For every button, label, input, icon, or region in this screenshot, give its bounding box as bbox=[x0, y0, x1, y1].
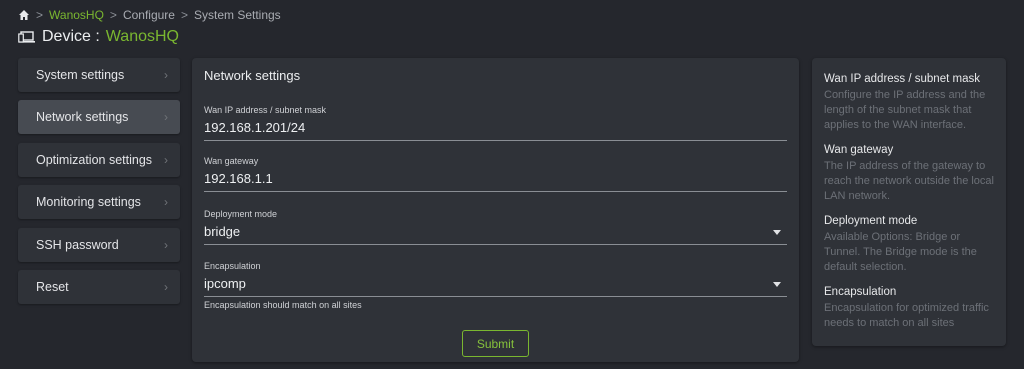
encapsulation-field: Encapsulation ipcomp bbox=[204, 261, 787, 297]
panel-title: Network settings bbox=[204, 68, 301, 83]
help-title: Encapsulation bbox=[824, 286, 897, 298]
encapsulation-select[interactable]: ipcomp bbox=[204, 276, 787, 297]
device-name: WanosHQ bbox=[105, 28, 179, 45]
help-block-encapsulation: Encapsulation Encapsulation for optimize… bbox=[824, 285, 994, 331]
breadcrumb-separator: > bbox=[180, 8, 188, 22]
wan-ip-field: Wan IP address / subnet mask 192.168.1.2… bbox=[204, 105, 787, 141]
sidebar-item-monitoring-settings[interactable]: Monitoring settings › bbox=[18, 185, 180, 220]
breadcrumb: > WanosHQ > Configure > System Settings bbox=[18, 8, 281, 22]
caret-down-icon bbox=[773, 230, 781, 235]
sidebar-item-optimization-settings[interactable]: Optimization settings › bbox=[18, 142, 180, 177]
sidebar-item-label: Optimization settings bbox=[36, 152, 153, 167]
field-label: Deployment mode bbox=[204, 209, 278, 219]
caret-down-icon bbox=[773, 282, 781, 287]
wan-gateway-input[interactable]: 192.168.1.1 bbox=[204, 171, 787, 192]
breadcrumb-item-device[interactable]: WanosHQ bbox=[49, 8, 104, 22]
help-title: Wan gateway bbox=[824, 144, 894, 156]
breadcrumb-separator: > bbox=[109, 8, 117, 22]
help-text: Available Options: Bridge or Tunnel. The… bbox=[824, 231, 977, 273]
sidebar-item-ssh-password[interactable]: SSH password › bbox=[18, 227, 180, 262]
chevron-right-icon: › bbox=[164, 152, 168, 167]
help-block-deployment-mode: Deployment mode Available Options: Bridg… bbox=[824, 214, 994, 275]
field-label: Wan gateway bbox=[204, 156, 259, 166]
device-label: Device : bbox=[42, 28, 100, 45]
help-block-wan-gateway: Wan gateway The IP address of the gatewa… bbox=[824, 143, 994, 204]
help-panel: Wan IP address / subnet mask Configure t… bbox=[812, 58, 1006, 346]
breadcrumb-separator: > bbox=[36, 8, 44, 22]
devices-icon bbox=[18, 29, 36, 45]
sidebar-item-network-settings[interactable]: Network settings › bbox=[18, 100, 180, 135]
help-text: Encapsulation for optimized traffic need… bbox=[824, 302, 989, 329]
help-block-wan-ip: Wan IP address / subnet mask Configure t… bbox=[824, 72, 994, 133]
breadcrumb-item-configure[interactable]: Configure bbox=[123, 8, 175, 22]
wan-ip-input[interactable]: 192.168.1.201/24 bbox=[204, 120, 787, 141]
home-icon[interactable] bbox=[18, 9, 30, 21]
chevron-right-icon: › bbox=[164, 237, 168, 252]
sidebar-item-label: SSH password bbox=[36, 237, 119, 252]
chevron-right-icon: › bbox=[164, 279, 168, 294]
chevron-right-icon: › bbox=[164, 68, 168, 82]
network-settings-panel: Network settings Wan IP address / subnet… bbox=[192, 58, 799, 362]
sidebar-item-label: Network settings bbox=[36, 110, 129, 125]
settings-sidebar: System settings › Network settings › Opt… bbox=[18, 58, 180, 312]
select-value: bridge bbox=[204, 224, 241, 239]
help-title: Deployment mode bbox=[824, 215, 918, 227]
sidebar-item-label: Reset bbox=[36, 279, 69, 294]
field-label: Encapsulation bbox=[204, 261, 261, 271]
submit-button[interactable]: Submit bbox=[462, 330, 529, 357]
sidebar-item-system-settings[interactable]: System settings › bbox=[18, 58, 180, 92]
chevron-right-icon: › bbox=[164, 195, 168, 210]
help-text: Configure the IP address and the length … bbox=[824, 89, 986, 131]
breadcrumb-item-current: System Settings bbox=[193, 8, 281, 22]
deployment-mode-select[interactable]: bridge bbox=[204, 224, 787, 245]
chevron-right-icon: › bbox=[164, 110, 168, 125]
sidebar-item-label: Monitoring settings bbox=[36, 195, 141, 210]
encapsulation-hint: Encapsulation should match on all sites bbox=[204, 300, 362, 310]
page-title: Device : WanosHQ bbox=[18, 28, 179, 46]
sidebar-item-reset[interactable]: Reset › bbox=[18, 269, 180, 304]
wan-gateway-field: Wan gateway 192.168.1.1 bbox=[204, 156, 787, 192]
sidebar-item-label: System settings bbox=[36, 68, 125, 82]
select-value: ipcomp bbox=[204, 276, 246, 291]
help-title: Wan IP address / subnet mask bbox=[824, 73, 980, 85]
field-label: Wan IP address / subnet mask bbox=[204, 105, 327, 115]
help-text: The IP address of the gateway to reach t… bbox=[824, 160, 994, 202]
deployment-mode-field: Deployment mode bridge bbox=[204, 209, 787, 245]
